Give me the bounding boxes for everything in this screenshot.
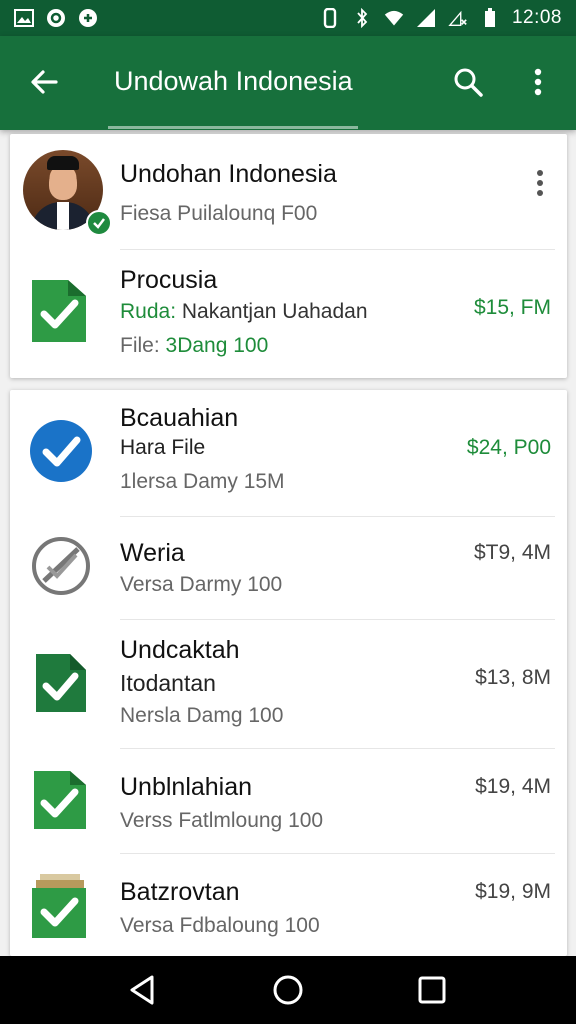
- gallery-icon: [14, 8, 34, 28]
- app-bar: Undowah Indonesia: [0, 36, 576, 130]
- item-title: Unblnlahian: [120, 773, 253, 801]
- item-meta: Nersla Damg 100: [120, 704, 284, 727]
- item-meta: Versa Darmy 100: [120, 573, 283, 596]
- item-price: $19, 4M: [475, 775, 551, 798]
- green-file-check-icon: [30, 767, 92, 837]
- item-price: $19, 9M: [475, 880, 551, 903]
- item-title: Weria: [120, 539, 185, 567]
- green-file-check-icon: [28, 274, 90, 344]
- signal-icon: [416, 8, 436, 28]
- featured-file: File: 3Dang 100: [120, 334, 269, 357]
- verified-check-icon: [86, 210, 112, 236]
- item-meta: 1lersa Damy 15M: [120, 470, 285, 493]
- navigation-bar: [0, 956, 576, 1024]
- at-icon: [46, 8, 66, 28]
- featured-price: $15, FM: [473, 296, 551, 319]
- bluetooth-icon: [352, 8, 372, 28]
- item-price: $T9, 4M: [473, 541, 551, 564]
- back-arrow-icon[interactable]: [26, 64, 62, 100]
- app-title: Undowah Indonesia: [114, 66, 353, 96]
- item-title: Batzrovtan: [120, 878, 240, 906]
- featured-desc: Ruda: Nakantjan Uahadan: [120, 300, 368, 323]
- folder-check-icon: [30, 872, 92, 942]
- clock: 12:08: [511, 7, 562, 28]
- featured-title: Procusia: [120, 266, 218, 294]
- list-item[interactable]: Unblnlahian Verss Fatlmloung 100 $19, 4M: [10, 749, 567, 853]
- vibrate-icon: [320, 8, 340, 28]
- item-line2: Itodantan: [120, 670, 216, 696]
- wifi-icon: [384, 8, 404, 28]
- title-underline: [108, 126, 358, 129]
- blue-check-circle-icon: [28, 418, 92, 488]
- featured-item-row[interactable]: Procusia Ruda: Nakantjan Uahadan File: 3…: [10, 250, 567, 378]
- row-more-icon[interactable]: [535, 168, 545, 198]
- list-item[interactable]: Weria Versa Darmy 100 $T9, 4M: [10, 517, 567, 619]
- profile-card: Undohan Indonesia Fiesa Puilalounq F00 P…: [10, 134, 567, 378]
- list-item[interactable]: Batzrovtan Versa Fdbaloung 100 $19, 9M: [10, 854, 567, 956]
- nav-home-icon[interactable]: [270, 972, 306, 1008]
- green-file-check-icon: [32, 650, 94, 720]
- game-icon: [78, 8, 98, 28]
- status-bar: 12:08: [0, 0, 576, 36]
- item-price: $13, 8M: [475, 666, 551, 689]
- search-icon[interactable]: [450, 64, 486, 100]
- list-item[interactable]: Bcauahian Hara File 1lersa Damy 15M $24,…: [10, 390, 567, 516]
- items-card: Bcauahian Hara File 1lersa Damy 15M $24,…: [10, 390, 567, 956]
- more-vert-icon[interactable]: [520, 64, 556, 100]
- item-meta: Verss Fatlmloung 100: [120, 809, 324, 832]
- no-signal-icon: [448, 8, 468, 28]
- item-price: $24, P00: [466, 436, 551, 459]
- item-title: Bcauahian: [120, 404, 239, 432]
- item-meta: Versa Fdbaloung 100: [120, 914, 320, 937]
- nav-recents-icon[interactable]: [414, 972, 450, 1008]
- profile-row[interactable]: Undohan Indonesia Fiesa Puilalounq F00: [10, 134, 567, 248]
- blocked-circle-icon: [30, 535, 92, 605]
- item-title: Undcaktah: [120, 636, 240, 664]
- list-item[interactable]: Undcaktah Itodantan Nersla Damg 100 $13,…: [10, 620, 567, 748]
- nav-back-icon[interactable]: [124, 972, 160, 1008]
- profile-name: Undohan Indonesia: [120, 160, 337, 188]
- item-line2: Hara File: [120, 436, 206, 459]
- profile-subtitle: Fiesa Puilalounq F00: [120, 202, 318, 225]
- battery-icon: [480, 8, 500, 28]
